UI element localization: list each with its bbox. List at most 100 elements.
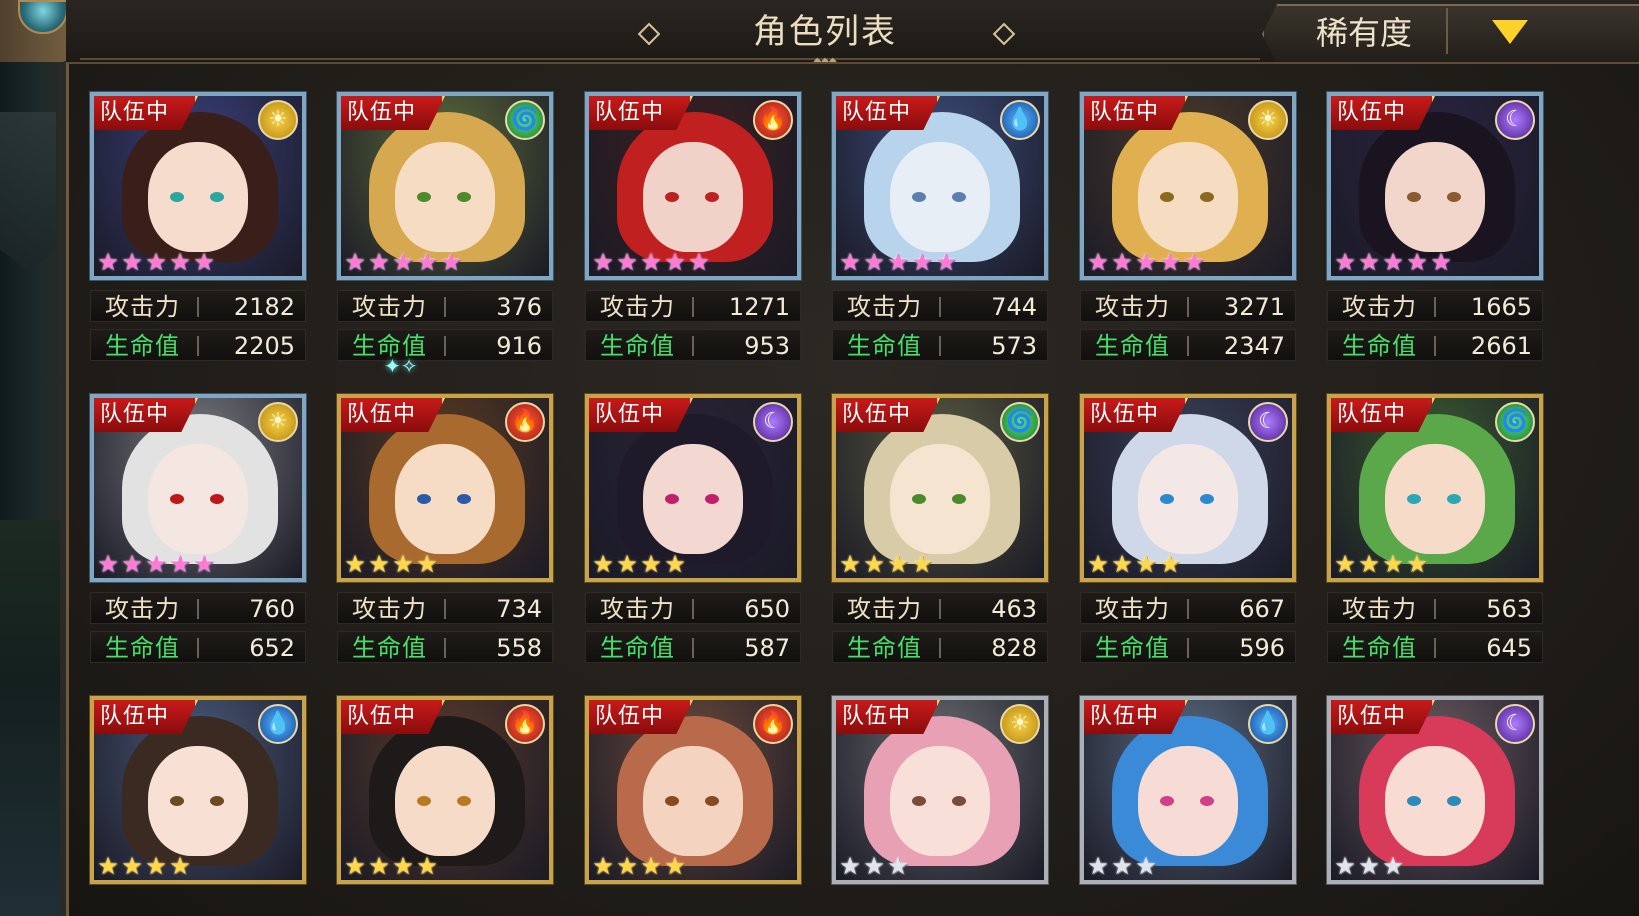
character-card[interactable]: 队伍中 💧 ★ ★ ★ xyxy=(1080,696,1296,916)
attack-value: 760 xyxy=(249,595,295,623)
character-card[interactable]: 队伍中 🔥 ★ ★ ★ ★ 攻击力 734 生命值 558 xyxy=(337,394,553,664)
character-card[interactable]: 队伍中 ☀ ★ ★ ★ ★ ★ 攻击力 3271 生命值 2347 xyxy=(1080,92,1296,362)
stat-separator xyxy=(939,599,941,619)
character-portrait[interactable]: 队伍中 🌀 ★ ★ ★ ★ xyxy=(1327,394,1543,582)
character-card[interactable]: 队伍中 🔥 ★ ★ ★ ★ xyxy=(585,696,801,916)
rarity-star-icon: ★ xyxy=(392,550,414,578)
character-portrait[interactable]: 队伍中 ☾ ★ ★ ★ ★ xyxy=(585,394,801,582)
character-portrait[interactable]: 队伍中 💧 ★ ★ ★ xyxy=(1080,696,1296,884)
character-face xyxy=(1385,444,1485,554)
character-card[interactable]: 队伍中 💧 ★ ★ ★ ★ ★ 攻击力 744 生命值 573 xyxy=(832,92,1048,362)
character-portrait[interactable]: 队伍中 🌀 ★ ★ ★ ★ xyxy=(832,394,1048,582)
stat-separator xyxy=(444,638,446,658)
in-team-badge: 队伍中 xyxy=(1084,700,1188,734)
character-portrait[interactable]: 队伍中 💧 ★ ★ ★ ★ ★ xyxy=(832,92,1048,280)
character-eye xyxy=(1160,796,1174,806)
rarity-star-icon: ★ xyxy=(640,852,662,880)
character-eye xyxy=(170,796,184,806)
attack-value: 734 xyxy=(496,595,542,623)
rarity-star-icon: ★ xyxy=(416,248,438,276)
character-portrait[interactable]: 队伍中 🔥 ★ ★ ★ ★ ★ xyxy=(585,92,801,280)
attack-stat-row: 攻击力 2182 xyxy=(90,290,306,322)
hp-label: 生命值 xyxy=(600,332,675,360)
rarity-star-icon: ★ xyxy=(392,852,414,880)
sun-element-icon: ☀ xyxy=(1248,100,1288,140)
character-card[interactable]: 队伍中 ☀ ★ ★ ★ xyxy=(832,696,1048,916)
character-card[interactable]: 队伍中 🌀 ★ ★ ★ ★ ★ 攻击力 376 生命值 916 xyxy=(337,92,553,362)
character-card[interactable]: 队伍中 🌀 ★ ★ ★ ★ 攻击力 563 生命值 645 xyxy=(1327,394,1543,664)
rarity-star-icon: ★ xyxy=(344,852,366,880)
attack-stat-row: 攻击力 463 xyxy=(832,592,1048,624)
character-eye xyxy=(457,192,471,202)
rarity-stars: ★ ★ ★ ★ xyxy=(591,854,687,880)
hp-label: 生命值 xyxy=(600,634,675,662)
rarity-star-icon: ★ xyxy=(664,248,686,276)
stat-separator xyxy=(692,297,694,317)
rarity-star-icon: ★ xyxy=(1159,248,1181,276)
character-eye xyxy=(457,796,471,806)
stat-separator xyxy=(692,638,694,658)
rarity-stars: ★ ★ ★ ★ ★ xyxy=(343,250,463,276)
character-portrait[interactable]: 队伍中 🔥 ★ ★ ★ ★ xyxy=(337,696,553,884)
water-element-icon: 💧 xyxy=(1000,100,1040,140)
character-face xyxy=(148,444,248,554)
stat-separator xyxy=(692,599,694,619)
character-portrait[interactable]: 队伍中 ☾ ★ ★ ★ ★ xyxy=(1080,394,1296,582)
stat-separator xyxy=(1434,599,1436,619)
rarity-stars: ★ ★ ★ ★ ★ xyxy=(838,250,958,276)
character-portrait[interactable]: 队伍中 ☀ ★ ★ ★ ★ ★ xyxy=(90,394,306,582)
character-portrait[interactable]: 队伍中 ☾ ★ ★ ★ ★ ★ xyxy=(1327,92,1543,280)
character-card[interactable]: 队伍中 ☾ ★ ★ ★ ★ 攻击力 650 生命值 587 xyxy=(585,394,801,664)
rarity-star-icon: ★ xyxy=(368,248,390,276)
stat-separator xyxy=(444,297,446,317)
rarity-star-icon: ★ xyxy=(344,550,366,578)
character-portrait[interactable]: 队伍中 🔥 ★ ★ ★ ★ xyxy=(337,394,553,582)
character-face xyxy=(890,746,990,856)
character-eye xyxy=(170,494,184,504)
character-portrait[interactable]: 队伍中 ☾ ★ ★ ★ xyxy=(1327,696,1543,884)
character-portrait[interactable]: 队伍中 ☀ ★ ★ ★ xyxy=(832,696,1048,884)
character-eye xyxy=(705,494,719,504)
attack-value: 1665 xyxy=(1470,293,1532,321)
in-team-badge: 队伍中 xyxy=(836,96,940,130)
character-card[interactable]: 队伍中 ☾ ★ ★ ★ ★ 攻击力 667 生命值 596 xyxy=(1080,394,1296,664)
character-card[interactable]: 队伍中 🔥 ★ ★ ★ ★ xyxy=(337,696,553,916)
character-portrait[interactable]: 队伍中 ☀ ★ ★ ★ ★ ★ xyxy=(90,92,306,280)
character-card[interactable]: 队伍中 ☀ ★ ★ ★ ★ ★ 攻击力 2182 生命值 2205 xyxy=(90,92,306,362)
hp-stat-row: 生命值 652 xyxy=(90,631,306,663)
character-portrait[interactable]: 队伍中 💧 ★ ★ ★ ★ xyxy=(90,696,306,884)
attack-stat-row: 攻击力 744 xyxy=(832,290,1048,322)
attack-stat-row: 攻击力 1665 xyxy=(1327,290,1543,322)
attack-stat-row: 攻击力 3271 xyxy=(1080,290,1296,322)
character-eye xyxy=(1160,192,1174,202)
character-card[interactable]: 队伍中 🔥 ★ ★ ★ ★ ★ 攻击力 1271 生命值 953 xyxy=(585,92,801,362)
rarity-star-icon: ★ xyxy=(368,550,390,578)
character-portrait[interactable]: 队伍中 ☀ ★ ★ ★ ★ ★ xyxy=(1080,92,1296,280)
character-portrait[interactable]: 队伍中 🌀 ★ ★ ★ ★ ★ xyxy=(337,92,553,280)
character-card[interactable]: 队伍中 ☀ ★ ★ ★ ★ ★ 攻击力 760 生命值 652 xyxy=(90,394,306,664)
character-portrait[interactable]: 队伍中 🔥 ★ ★ ★ ★ xyxy=(585,696,801,884)
rarity-star-icon: ★ xyxy=(616,550,638,578)
character-card[interactable]: 队伍中 ☾ ★ ★ ★ ★ ★ 攻击力 1665 生命值 2661 xyxy=(1327,92,1543,362)
hp-value: 916 xyxy=(496,332,542,360)
character-face xyxy=(395,746,495,856)
character-card[interactable]: 队伍中 🌀 ★ ★ ★ ★ 攻击力 463 生命值 828 xyxy=(832,394,1048,664)
character-eye xyxy=(952,192,966,202)
rarity-stars: ★ ★ ★ ★ ★ xyxy=(591,250,711,276)
stat-separator xyxy=(1434,336,1436,356)
character-eye xyxy=(1447,796,1461,806)
rarity-stars: ★ ★ ★ xyxy=(838,854,910,880)
rarity-star-icon: ★ xyxy=(1406,248,1428,276)
rarity-star-icon: ★ xyxy=(616,852,638,880)
rarity-stars: ★ ★ ★ ★ ★ xyxy=(96,552,216,578)
character-eye xyxy=(417,796,431,806)
character-card[interactable]: 队伍中 ☾ ★ ★ ★ xyxy=(1327,696,1543,916)
attack-value: 1271 xyxy=(728,293,790,321)
rarity-star-icon: ★ xyxy=(887,550,909,578)
character-card[interactable]: 队伍中 💧 ★ ★ ★ ★ xyxy=(90,696,306,916)
stat-separator xyxy=(939,638,941,658)
rarity-star-icon: ★ xyxy=(1135,852,1157,880)
rarity-star-icon: ★ xyxy=(1087,550,1109,578)
hp-label: 生命值 xyxy=(1095,332,1170,360)
rarity-stars: ★ ★ ★ ★ xyxy=(1333,552,1429,578)
